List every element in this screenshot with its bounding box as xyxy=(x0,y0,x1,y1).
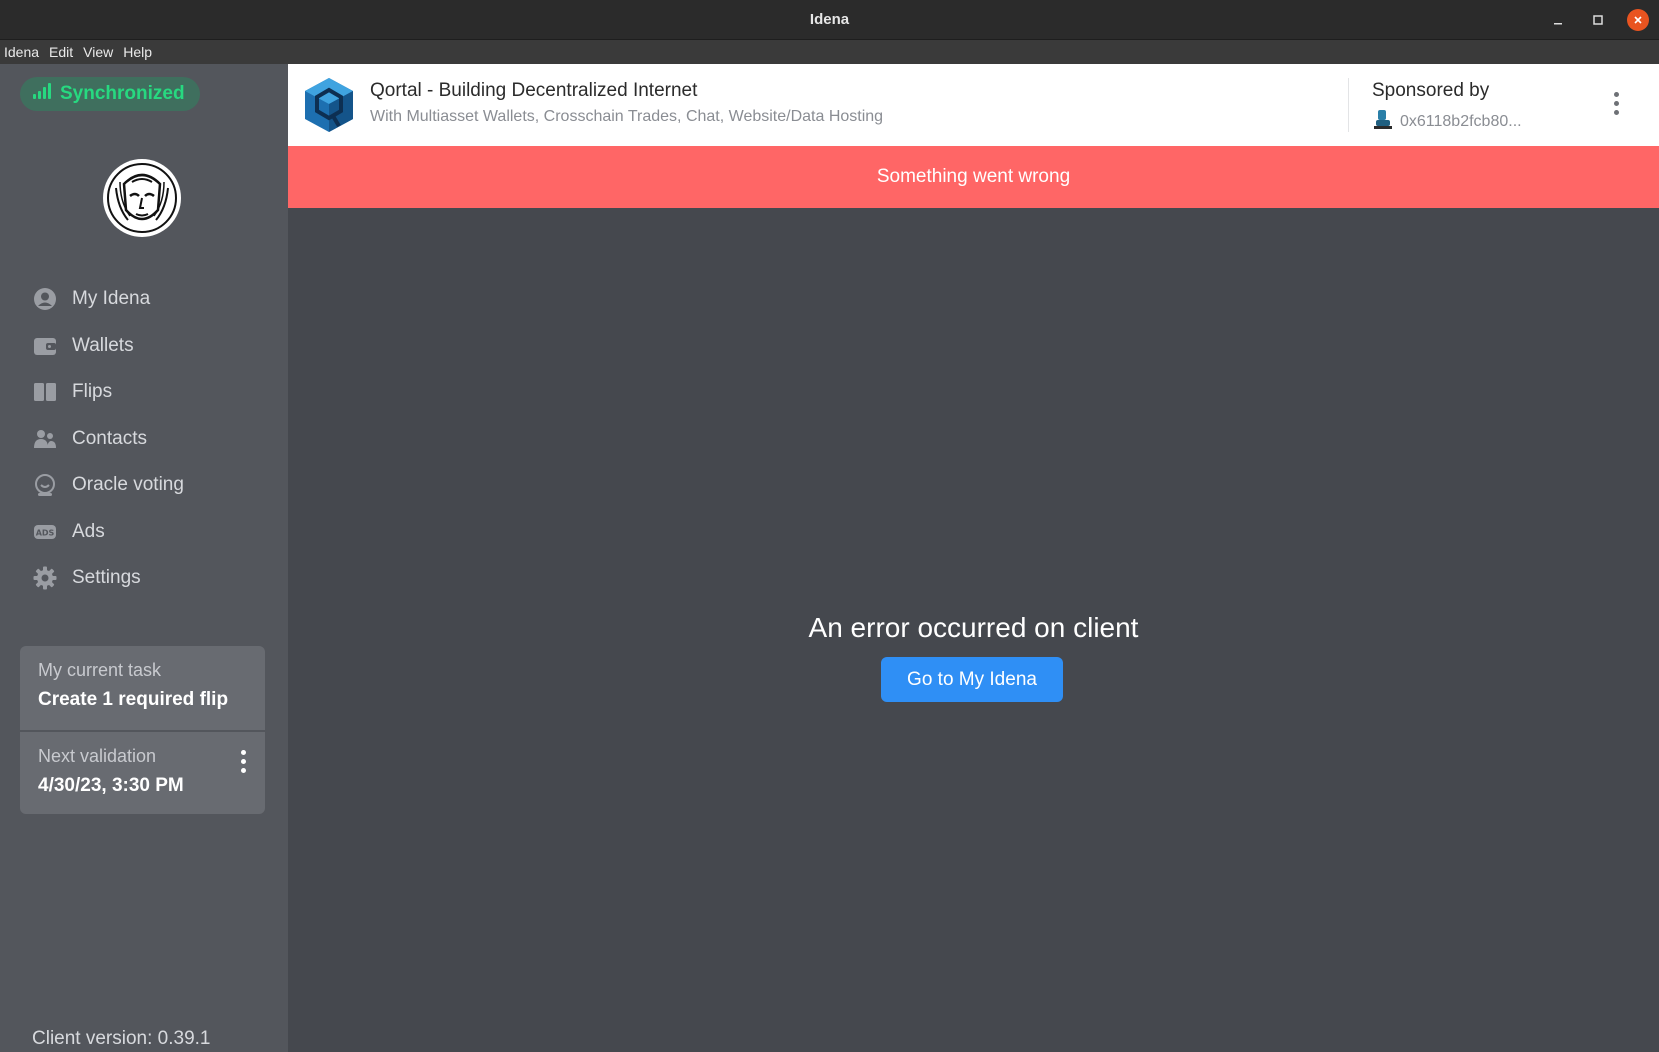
next-validation-label: Next validation xyxy=(38,746,157,766)
ad-title: Qortal - Building Decentralized Internet xyxy=(370,80,698,101)
sponsor-avatar-icon xyxy=(1372,108,1394,135)
sponsor: 0x6118b2fcb80... xyxy=(1372,108,1522,135)
next-validation-value: 4/30/23, 3:30 PM xyxy=(38,775,184,796)
sidebar-item-my-idena[interactable]: My Idena xyxy=(32,276,272,323)
sidebar-item-oracle-voting[interactable]: Oracle voting xyxy=(32,462,272,509)
contacts-icon xyxy=(32,426,58,452)
sponsor-address: 0x6118b2fcb80... xyxy=(1400,112,1522,130)
window-title: Idena xyxy=(809,11,850,28)
menu-help[interactable]: Help xyxy=(119,44,158,60)
sidebar-item-settings[interactable]: Settings xyxy=(32,555,272,602)
go-to-my-idena-button[interactable]: Go to My Idena xyxy=(881,657,1063,702)
error-banner: Something went wrong xyxy=(288,146,1659,208)
task-card: My current task Create 1 required flip N… xyxy=(20,646,265,814)
menu-edit[interactable]: Edit xyxy=(45,44,79,60)
qortal-logo-icon xyxy=(302,76,356,134)
sidebar-item-label: Ads xyxy=(72,520,105,542)
validation-menu-icon[interactable] xyxy=(241,750,247,773)
window-titlebar: Idena xyxy=(0,0,1659,40)
flips-icon xyxy=(32,379,58,405)
ad-banner[interactable]: Qortal - Building Decentralized Internet… xyxy=(288,64,1659,146)
menu-idena[interactable]: Idena xyxy=(0,44,45,60)
current-task-section[interactable]: My current task Create 1 required flip xyxy=(20,646,265,730)
sidebar-item-label: Flips xyxy=(72,381,113,403)
current-task-label: My current task xyxy=(38,660,162,680)
svg-text:ADS: ADS xyxy=(36,528,55,537)
close-icon[interactable] xyxy=(1627,9,1649,31)
ad-menu-icon[interactable] xyxy=(1614,92,1619,115)
sidebar-item-ads[interactable]: ADS Ads xyxy=(32,509,272,556)
user-icon xyxy=(32,286,58,312)
sidebar-item-label: Oracle voting xyxy=(72,474,184,496)
sidebar-item-label: My Idena xyxy=(72,288,151,310)
ad-description: With Multiasset Wallets, Crosschain Trad… xyxy=(370,108,884,125)
sidebar-item-wallets[interactable]: Wallets xyxy=(32,323,272,370)
window-controls xyxy=(1547,0,1649,40)
minimize-icon[interactable] xyxy=(1547,9,1569,31)
sidebar: Synchronized My Idena Wallets Flips Cont… xyxy=(0,64,288,1052)
sidebar-item-flips[interactable]: Flips xyxy=(32,369,272,416)
sidebar-nav: My Idena Wallets Flips Contacts Oracle v… xyxy=(32,276,272,602)
error-message: An error occurred on client xyxy=(808,612,1139,643)
maximize-icon[interactable] xyxy=(1587,9,1609,31)
idena-logo-icon xyxy=(102,158,182,238)
sidebar-item-contacts[interactable]: Contacts xyxy=(32,416,272,463)
sync-status-badge: Synchronized xyxy=(20,77,200,111)
current-task-value: Create 1 required flip xyxy=(38,689,229,710)
ads-icon: ADS xyxy=(32,519,58,545)
menu-view[interactable]: View xyxy=(79,44,119,60)
sync-status-label: Synchronized xyxy=(60,83,185,104)
client-version: Client version: 0.39.1 xyxy=(32,1028,211,1049)
next-validation-section: Next validation 4/30/23, 3:30 PM xyxy=(20,730,265,814)
menubar: Idena Edit View Help xyxy=(0,40,1659,64)
signal-icon xyxy=(32,82,52,106)
error-banner-text: Something went wrong xyxy=(876,166,1071,187)
wallet-icon xyxy=(32,333,58,359)
main-content: Qortal - Building Decentralized Internet… xyxy=(288,64,1659,1052)
sidebar-item-label: Wallets xyxy=(72,334,134,356)
sidebar-item-label: Contacts xyxy=(72,427,147,449)
ad-divider xyxy=(1348,78,1349,132)
oracle-icon xyxy=(32,472,58,498)
sponsored-by-label: Sponsored by xyxy=(1372,80,1490,101)
sidebar-item-label: Settings xyxy=(72,567,141,589)
gear-icon xyxy=(32,565,58,591)
